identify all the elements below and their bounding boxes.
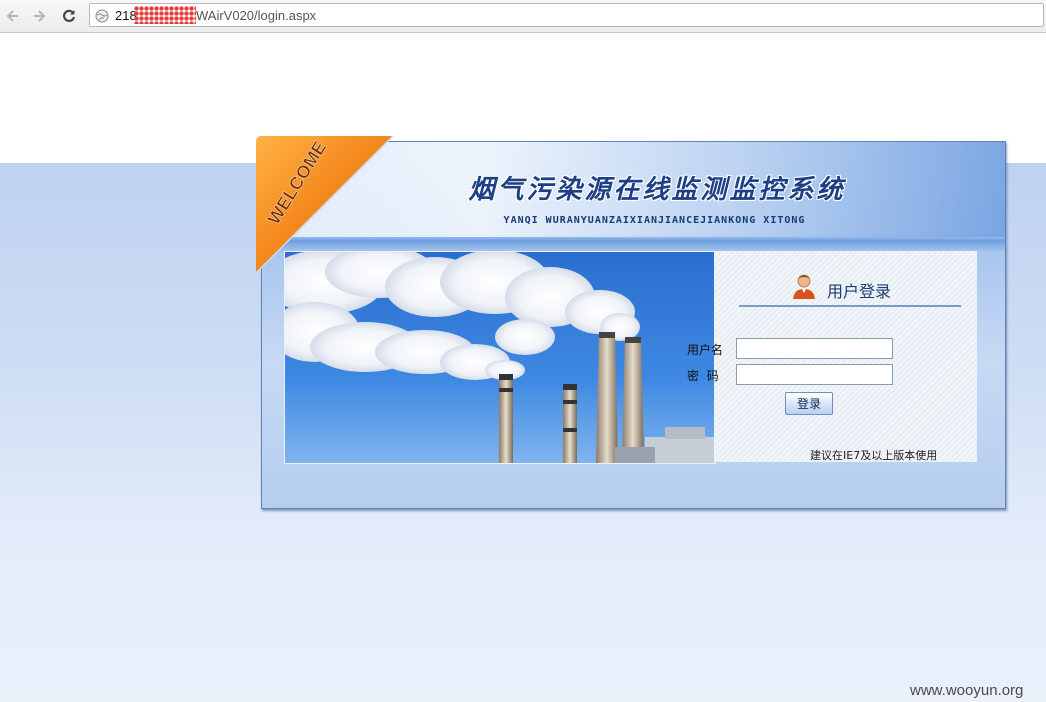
back-arrow-icon[interactable] — [2, 5, 24, 27]
watermark: www.wooyun.org — [910, 682, 1024, 699]
system-title-pinyin: YANQI WURANYUANZAIXIANJIANCEJIANKONG XIT… — [503, 215, 806, 226]
login-title-row: 用户登录 — [790, 272, 920, 301]
username-label: 用户名 — [687, 343, 724, 357]
password-input[interactable] — [736, 364, 893, 385]
login-title-divider — [739, 305, 961, 307]
reload-icon[interactable] — [58, 5, 80, 27]
address-bar[interactable]: 218 WAirV020/login.aspx — [89, 3, 1044, 27]
browser-toolbar: 218 WAirV020/login.aspx — [0, 0, 1046, 33]
redacted-area — [134, 6, 196, 24]
globe-icon — [95, 8, 109, 27]
forward-arrow-icon[interactable] — [28, 5, 50, 27]
smokestack-photo — [284, 251, 716, 464]
login-title: 用户登录 — [827, 282, 892, 301]
password-label: 密 码 — [687, 369, 719, 383]
browser-hint: 建议在IE7及以上版本使用 — [810, 449, 938, 462]
login-button[interactable]: 登录 — [785, 392, 833, 415]
system-title: 烟气污染源在线监测监控系统 — [468, 175, 846, 205]
user-avatar-icon — [790, 272, 818, 304]
username-input[interactable] — [736, 338, 893, 359]
url-path: WAirV020/login.aspx — [196, 8, 317, 23]
